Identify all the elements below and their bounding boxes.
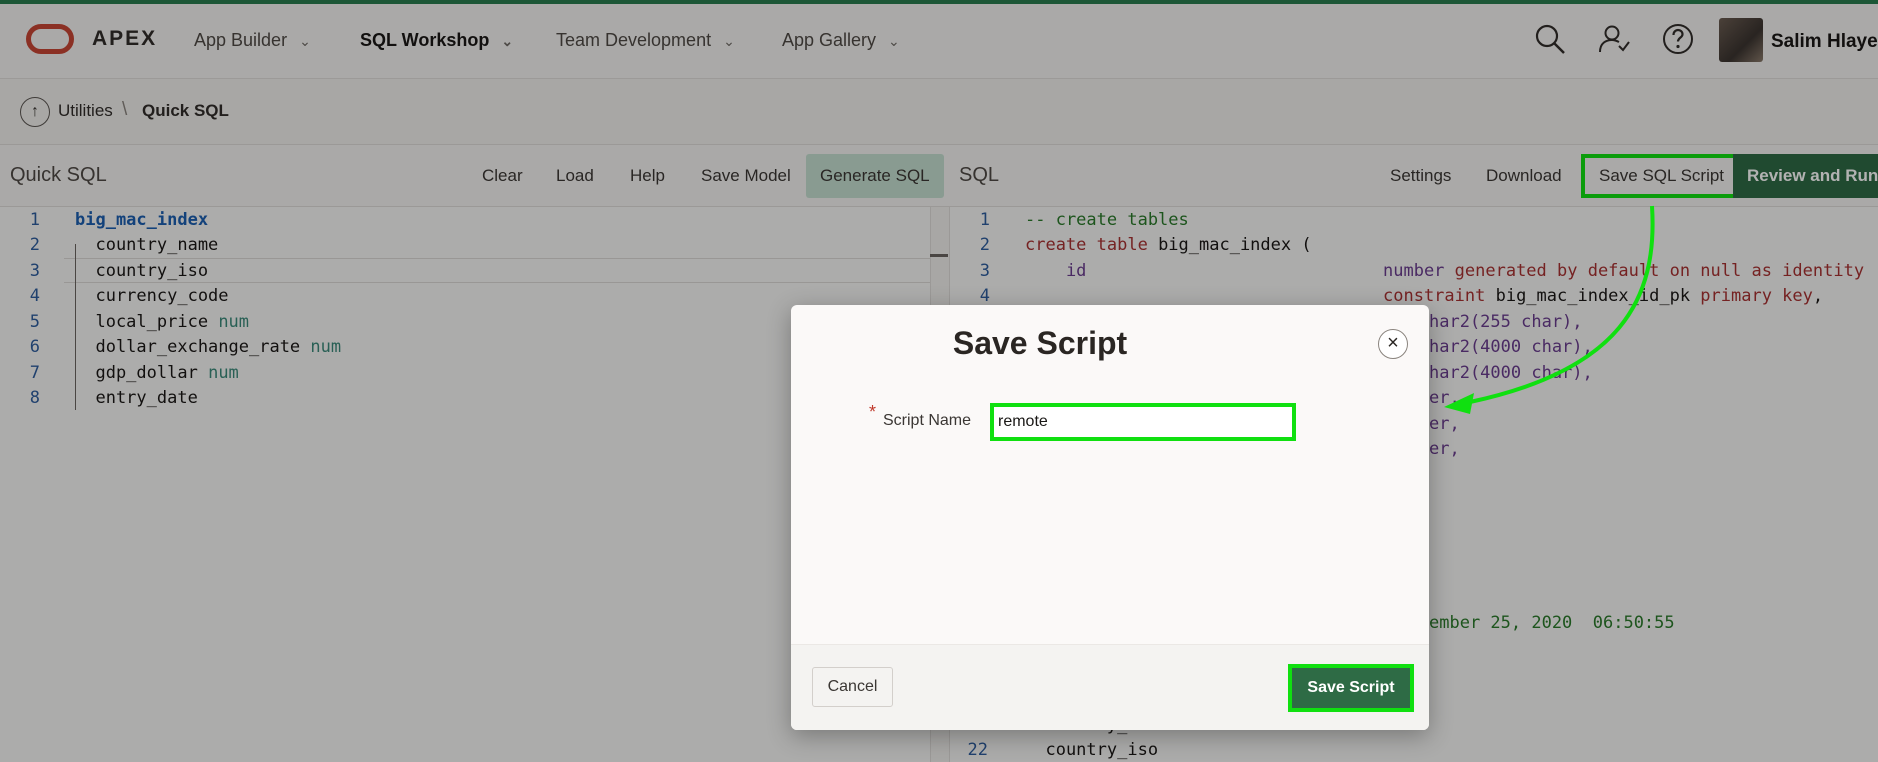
required-indicator: * bbox=[869, 402, 877, 422]
cancel-button[interactable]: Cancel bbox=[812, 667, 893, 707]
close-icon[interactable]: × bbox=[1378, 329, 1408, 359]
save-script-dialog: Save Script × * Script Name Cancel Save … bbox=[791, 305, 1429, 730]
script-name-input[interactable] bbox=[990, 403, 1296, 441]
dialog-title: Save Script bbox=[952, 325, 1128, 361]
script-name-label: Script Name bbox=[883, 412, 972, 429]
save-script-button[interactable]: Save Script bbox=[1288, 664, 1414, 712]
app-root: APEX App Builder ⌄ SQL Workshop ⌄ Team Dev… bbox=[0, 0, 1878, 762]
